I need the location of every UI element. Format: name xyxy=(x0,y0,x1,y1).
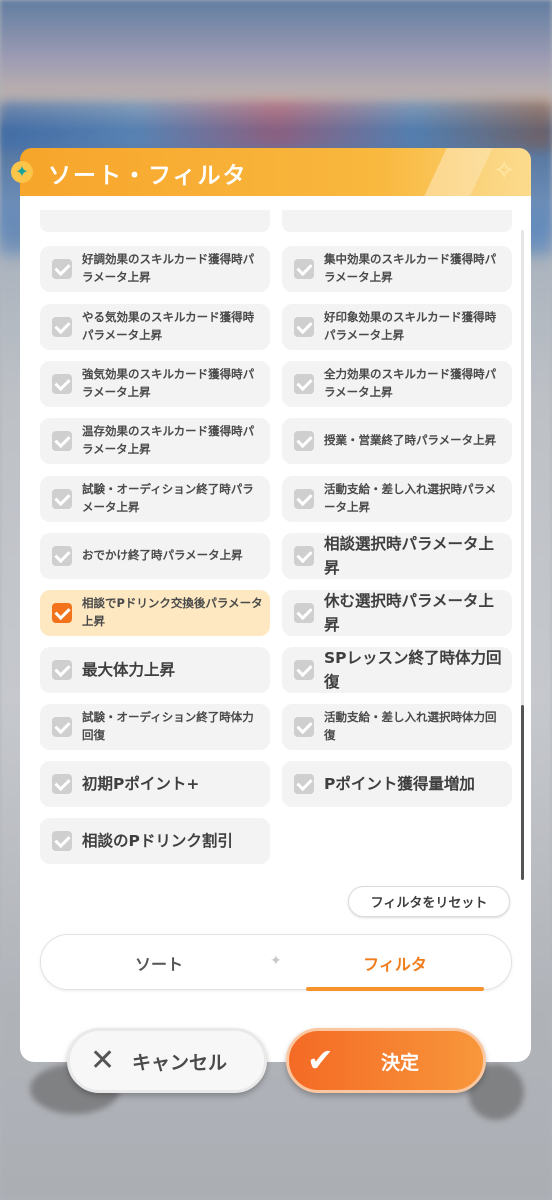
confirm-button-label: 決定 xyxy=(381,1052,420,1074)
filter-item[interactable]: 授業・営業終了時パラメータ上昇 xyxy=(282,418,512,464)
filter-item-label: 授業・営業終了時パラメータ上昇 xyxy=(324,433,497,448)
filter-item-label: Pポイント獲得量増加 xyxy=(324,774,475,793)
filter-item-label: 好調効果のスキルカード獲得時パラメータ上昇 xyxy=(82,252,255,284)
filter-item[interactable]: 好印象効果のスキルカード獲得時パラメータ上昇 xyxy=(282,304,512,350)
filter-item-label: 強気効果のスキルカード獲得時パラメータ上昇 xyxy=(82,367,255,399)
checkbox[interactable] xyxy=(52,489,72,509)
filter-item[interactable]: 相談選択時パラメータ上昇 xyxy=(282,533,512,579)
cancel-button[interactable]: ✕ キャンセル xyxy=(67,1028,267,1093)
filter-item[interactable]: 活動支給・差し入れ選択時パラメータ上昇 xyxy=(282,476,512,522)
filter-item[interactable]: 全力効果のスキルカード獲得時パラメータ上昇 xyxy=(282,361,512,407)
filter-item[interactable]: 相談でPドリンク交換後パラメータ上昇 xyxy=(40,590,270,636)
filter-item[interactable]: 初期Pポイント+ xyxy=(40,761,270,807)
tab-sort[interactable]: ソート xyxy=(41,935,277,991)
filter-item[interactable]: Pポイント獲得量増加 xyxy=(282,761,512,807)
scrollbar-thumb[interactable] xyxy=(521,705,524,880)
filter-item[interactable]: 相談のPドリンク割引 xyxy=(40,818,270,864)
filter-item-label: 試験・オーディション終了時体力回復 xyxy=(82,710,254,742)
filter-item[interactable]: 休む選択時パラメータ上昇 xyxy=(282,590,512,636)
close-icon: ✕ xyxy=(90,1043,116,1078)
sort-filter-tabs: ソート ✦ フィルタ xyxy=(40,934,513,991)
filter-item-label: 好印象効果のスキルカード獲得時パラメータ上昇 xyxy=(324,310,497,342)
filter-item[interactable]: 好調効果のスキルカード獲得時パラメータ上昇 xyxy=(40,246,270,292)
filter-item-label: やる気効果のスキルカード獲得時パラメータ上昇 xyxy=(82,310,255,342)
filter-item[interactable]: 集中効果のスキルカード獲得時パラメータ上昇 xyxy=(282,246,512,292)
filter-item[interactable]: SPレッスン終了時体力回復 xyxy=(282,647,512,693)
filter-item-label: 温存効果のスキルカード獲得時パラメータ上昇 xyxy=(82,424,255,456)
checkbox[interactable] xyxy=(52,603,72,623)
filter-item[interactable]: 試験・オーディション終了時パラメータ上昇 xyxy=(40,476,270,522)
checkbox[interactable] xyxy=(52,831,72,851)
page-title: ソート・フィルタ xyxy=(48,163,248,189)
filter-item-label: 休む選択時パラメータ上昇 xyxy=(324,591,495,634)
filter-item-label: 全力効果のスキルカード獲得時パラメータ上昇 xyxy=(324,367,497,399)
filter-item[interactable]: 試験・オーディション終了時体力回復 xyxy=(40,704,270,750)
check-icon: ✔ xyxy=(307,1041,334,1079)
partially-visible-row xyxy=(40,210,512,234)
filter-item-label: 相談のPドリンク割引 xyxy=(82,831,233,850)
filter-item-label: SPレッスン終了時体力回復 xyxy=(324,648,502,691)
filter-item-label: 相談選択時パラメータ上昇 xyxy=(324,534,495,577)
list-item[interactable] xyxy=(40,210,270,232)
filter-item[interactable]: 温存効果のスキルカード獲得時パラメータ上昇 xyxy=(40,418,270,464)
filter-item[interactable]: 強気効果のスキルカード獲得時パラメータ上昇 xyxy=(40,361,270,407)
checkbox[interactable] xyxy=(52,546,72,566)
filter-item[interactable]: おでかけ終了時パラメータ上昇 xyxy=(40,533,270,579)
checkbox[interactable] xyxy=(294,259,314,279)
checkbox[interactable] xyxy=(294,546,314,566)
filter-item[interactable]: やる気効果のスキルカード獲得時パラメータ上昇 xyxy=(40,304,270,350)
filter-item-label: 活動支給・差し入れ選択時体力回復 xyxy=(324,710,497,742)
checkbox[interactable] xyxy=(294,317,314,337)
filter-item-label: 活動支給・差し入れ選択時パラメータ上昇 xyxy=(324,482,497,514)
filter-list: 好調効果のスキルカード獲得時パラメータ上昇 集中効果のスキルカード獲得時パラメータ… xyxy=(40,210,512,870)
filter-item-label: 相談でPドリンク交換後パラメータ上昇 xyxy=(82,596,263,628)
checkbox[interactable] xyxy=(294,717,314,737)
filter-item[interactable]: 最大体力上昇 xyxy=(40,647,270,693)
filter-item-label: 集中効果のスキルカード獲得時パラメータ上昇 xyxy=(324,252,497,284)
active-tab-indicator xyxy=(306,987,484,991)
confirm-button[interactable]: ✔ 決定 xyxy=(286,1028,486,1093)
filter-item-label: おでかけ終了時パラメータ上昇 xyxy=(82,548,243,563)
checkbox[interactable] xyxy=(52,717,72,737)
checkbox[interactable] xyxy=(294,374,314,394)
filter-item-label: 初期Pポイント+ xyxy=(82,774,200,793)
filter-item-label: 試験・オーディション終了時パラメータ上昇 xyxy=(82,482,254,514)
sparkle-icon: ✧ xyxy=(493,156,515,186)
cancel-button-label: キャンセル xyxy=(132,1052,228,1074)
panel-header: ソート・フィルタ ✧ xyxy=(20,148,531,196)
checkbox[interactable] xyxy=(294,603,314,623)
checkbox[interactable] xyxy=(52,374,72,394)
checkbox[interactable] xyxy=(294,489,314,509)
filter-item[interactable]: 活動支給・差し入れ選択時体力回復 xyxy=(282,704,512,750)
checkbox[interactable] xyxy=(52,431,72,451)
filter-item-label: 最大体力上昇 xyxy=(82,660,176,679)
checkbox[interactable] xyxy=(52,774,72,794)
checkbox[interactable] xyxy=(52,660,72,680)
checkbox[interactable] xyxy=(294,774,314,794)
checkbox[interactable] xyxy=(294,431,314,451)
star-icon: ✦ xyxy=(11,161,33,183)
checkbox[interactable] xyxy=(52,317,72,337)
reset-filter-button[interactable]: フィルタをリセット xyxy=(348,886,510,917)
checkbox[interactable] xyxy=(52,259,72,279)
list-item[interactable] xyxy=(282,210,512,232)
tab-filter[interactable]: フィルタ xyxy=(277,935,513,991)
checkbox[interactable] xyxy=(294,660,314,680)
